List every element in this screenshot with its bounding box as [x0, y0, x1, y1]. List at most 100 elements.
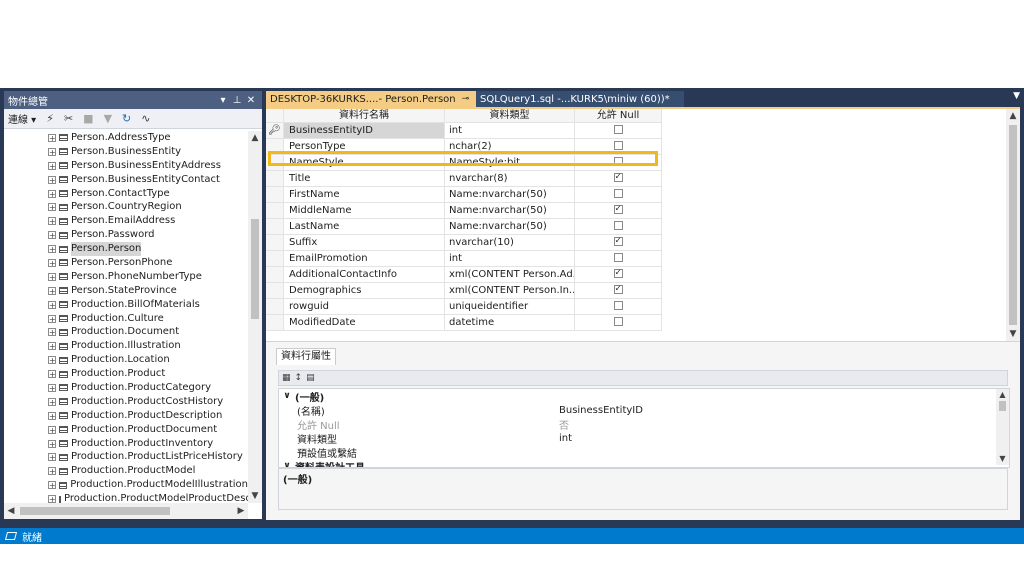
allow-null-checkbox[interactable]	[613, 220, 623, 230]
tree-item[interactable]: + Person.BusinessEntityContact	[4, 173, 248, 187]
category-table-designer[interactable]: ∨ 資料表設計工具	[279, 459, 1009, 467]
row-selector[interactable]	[266, 283, 284, 299]
row-selector[interactable]	[266, 187, 284, 203]
allow-null-checkbox[interactable]	[613, 252, 623, 262]
tree-item[interactable]: + Person.Person	[4, 242, 248, 257]
allow-null-checkbox[interactable]	[613, 300, 623, 310]
scrollbar-thumb[interactable]	[1009, 125, 1017, 325]
tree-item[interactable]: + Production.Illustration	[4, 339, 248, 353]
property-row[interactable]: 預設值或繫結	[279, 445, 1009, 460]
expand-icon[interactable]: +	[48, 425, 56, 434]
scroll-up-icon[interactable]: ▲	[1006, 109, 1020, 123]
column-row[interactable]: rowguid uniqueidentifier	[266, 299, 662, 315]
chevron-down-icon[interactable]: ∨	[279, 461, 295, 467]
data-type-cell[interactable]: datetime	[445, 315, 575, 331]
tree-item[interactable]: + Person.AddressType	[4, 131, 248, 145]
property-value[interactable]: 否	[559, 417, 1009, 432]
allow-null-checkbox[interactable]	[613, 316, 623, 326]
expand-icon[interactable]: +	[48, 411, 56, 420]
tree-item[interactable]: + Person.CountryRegion	[4, 200, 248, 214]
tree-item[interactable]: + Production.BillOfMaterials	[4, 298, 248, 312]
sort-alphabetical-icon[interactable]: ↕	[295, 373, 303, 383]
expand-icon[interactable]: +	[48, 467, 56, 476]
expand-icon[interactable]: +	[48, 342, 56, 351]
window-position-dropdown-icon[interactable]: ▾	[216, 95, 230, 106]
expand-icon[interactable]: +	[48, 161, 56, 170]
property-row[interactable]: (名稱) BusinessEntityID	[279, 403, 1009, 418]
tree-item[interactable]: + Production.Culture	[4, 312, 248, 326]
tree-item[interactable]: + Production.ProductDescription	[4, 409, 248, 423]
expand-icon[interactable]: +	[48, 147, 56, 156]
column-name-cell[interactable]: Title	[284, 171, 445, 187]
expand-icon[interactable]: +	[48, 481, 56, 490]
expand-icon[interactable]: +	[48, 356, 56, 365]
expand-icon[interactable]: +	[48, 245, 56, 254]
column-name-cell[interactable]: BusinessEntityID	[284, 123, 445, 139]
tree-vertical-scrollbar[interactable]: ▲ ▼	[248, 131, 262, 503]
row-selector[interactable]	[266, 315, 284, 331]
tree-item[interactable]: + Person.BusinessEntityAddress	[4, 159, 248, 173]
column-name-cell[interactable]: rowguid	[284, 299, 445, 315]
column-name-cell[interactable]: Suffix	[284, 235, 445, 251]
allow-null-checkbox[interactable]	[613, 124, 623, 134]
data-type-cell[interactable]: int	[445, 251, 575, 267]
column-row[interactable]: 🔑︎ BusinessEntityID int	[266, 123, 662, 139]
expand-icon[interactable]: +	[48, 133, 56, 142]
tree-item[interactable]: + Production.ProductModelProductDescri	[4, 492, 248, 503]
row-selector[interactable]	[266, 251, 284, 267]
row-selector[interactable]	[266, 299, 284, 315]
designer-vertical-scrollbar[interactable]: ▲ ▼	[1006, 109, 1020, 341]
row-selector[interactable]	[266, 219, 284, 235]
expand-icon[interactable]: +	[48, 300, 56, 309]
allow-null-checkbox[interactable]: ✓	[613, 204, 623, 214]
data-type-cell[interactable]: Name:nvarchar(50)	[445, 203, 575, 219]
allow-null-checkbox[interactable]: ✓	[613, 284, 623, 294]
expand-icon[interactable]: +	[48, 203, 56, 212]
chevron-down-icon[interactable]: ∨	[279, 391, 295, 401]
categorized-icon[interactable]: ▦	[282, 373, 291, 383]
data-type-cell[interactable]: Name:nvarchar(50)	[445, 187, 575, 203]
allow-null-checkbox[interactable]: ✓	[613, 172, 623, 182]
tree-item[interactable]: + Person.PhoneNumberType	[4, 270, 248, 284]
column-row[interactable]: LastName Name:nvarchar(50)	[266, 219, 662, 235]
column-name-cell[interactable]: AdditionalContactInfo	[284, 267, 445, 283]
tree-item[interactable]: + Production.ProductModelIllustration	[4, 478, 248, 492]
data-type-cell[interactable]: nvarchar(8)	[445, 171, 575, 187]
tree-item[interactable]: + Production.Document	[4, 325, 248, 339]
tree-item[interactable]: + Production.ProductCostHistory	[4, 395, 248, 409]
pin-icon[interactable]: ⊸	[462, 94, 470, 104]
connect-dropdown-button[interactable]: 連線 ▾	[8, 111, 36, 126]
disconnect-icon[interactable]: ✂	[64, 112, 73, 125]
tree-item[interactable]: + Person.Password	[4, 228, 248, 242]
allow-null-checkbox[interactable]: ✓	[613, 236, 623, 246]
data-type-cell[interactable]: xml(CONTENT Person.Ad...	[445, 267, 575, 283]
column-row[interactable]: FirstName Name:nvarchar(50)	[266, 187, 662, 203]
tree-item[interactable]: + Person.StateProvince	[4, 284, 248, 298]
column-row[interactable]: Suffix nvarchar(10) ✓	[266, 235, 662, 251]
tree-item[interactable]: + Production.ProductModel	[4, 464, 248, 478]
tab-person-person[interactable]: DESKTOP-36KURKS....- Person.Person ⊸ ✕	[266, 91, 483, 107]
expand-icon[interactable]: +	[48, 314, 56, 323]
tree-item[interactable]: + Person.BusinessEntity	[4, 145, 248, 159]
allow-null-checkbox[interactable]	[613, 188, 623, 198]
expand-icon[interactable]: +	[48, 286, 56, 295]
property-value[interactable]: BusinessEntityID	[559, 405, 1009, 416]
expand-icon[interactable]: +	[48, 370, 56, 379]
scroll-down-icon[interactable]: ▼	[996, 453, 1009, 465]
column-name-cell[interactable]: Demographics	[284, 283, 445, 299]
data-type-cell[interactable]: Name:nvarchar(50)	[445, 219, 575, 235]
column-name-cell[interactable]: MiddleName	[284, 203, 445, 219]
data-type-cell[interactable]: uniqueidentifier	[445, 299, 575, 315]
column-name-cell[interactable]: EmailPromotion	[284, 251, 445, 267]
tab-column-properties[interactable]: 資料行屬性	[276, 348, 336, 365]
expand-icon[interactable]: +	[48, 258, 56, 267]
column-row[interactable]: ModifiedDate datetime	[266, 315, 662, 331]
close-icon[interactable]: ✕	[244, 95, 258, 106]
scroll-left-icon[interactable]: ◀	[4, 506, 18, 516]
column-name-cell[interactable]: FirstName	[284, 187, 445, 203]
tab-overflow-dropdown-icon[interactable]: ▼	[1013, 91, 1020, 101]
expand-icon[interactable]: +	[48, 189, 56, 198]
property-row[interactable]: 資料類型 int	[279, 431, 1009, 446]
tree-item[interactable]: + Production.ProductInventory	[4, 437, 248, 451]
column-row[interactable]: AdditionalContactInfo xml(CONTENT Person.…	[266, 267, 662, 283]
